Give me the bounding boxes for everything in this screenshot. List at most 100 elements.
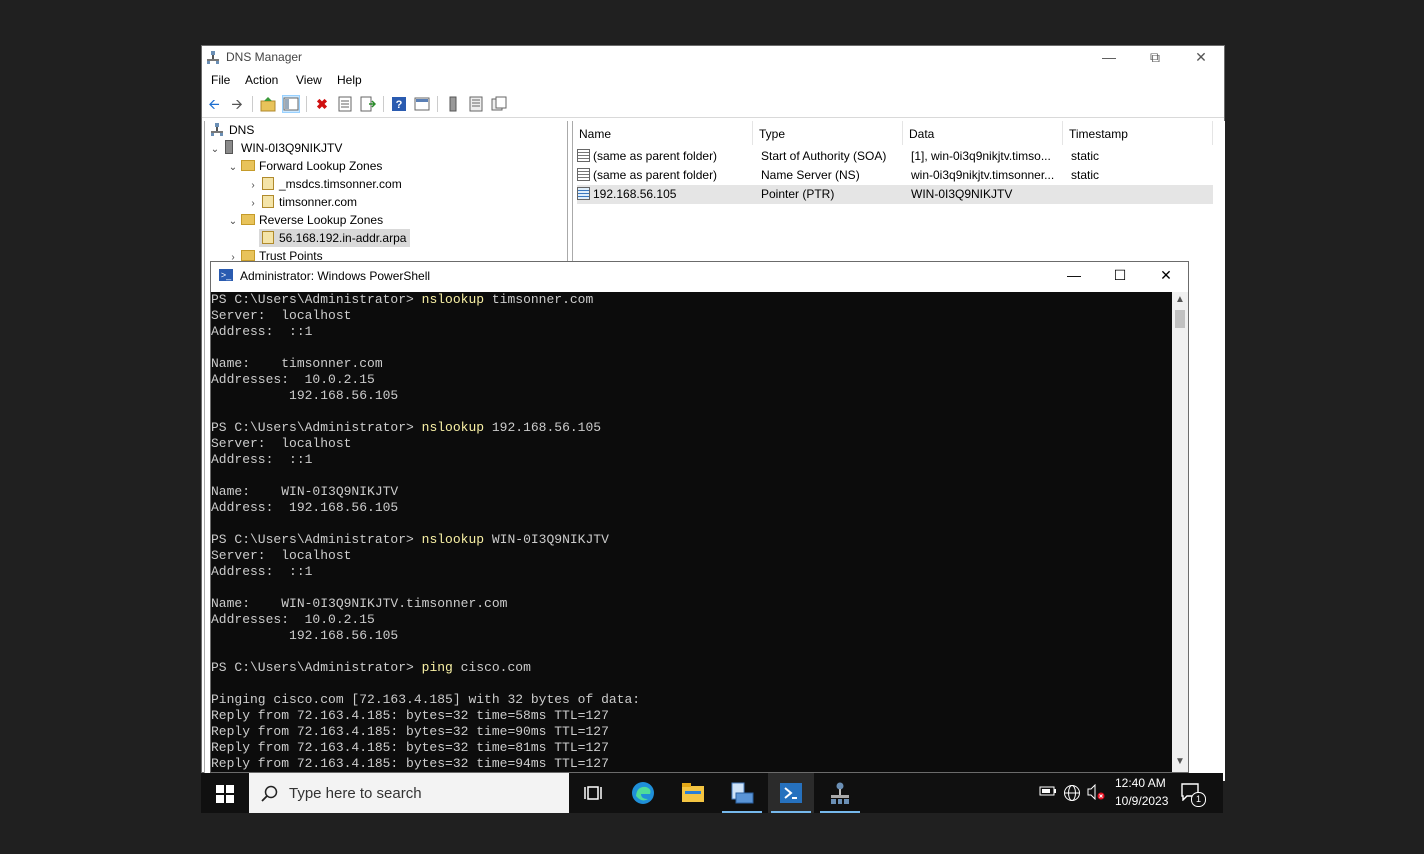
tree-item-reverse-lookup-zones[interactable]: ⌄ Reverse Lookup Zones bbox=[227, 211, 383, 229]
record-data: [1], win-0i3q9nikjtv.timso... bbox=[911, 149, 1051, 163]
record-type: Name Server (NS) bbox=[761, 168, 860, 182]
menu-help[interactable]: Help bbox=[337, 73, 362, 87]
powershell-icon bbox=[780, 783, 802, 803]
file-explorer-button[interactable] bbox=[670, 773, 716, 813]
console-argument: 192.168.56.105 bbox=[484, 420, 602, 435]
export-list-icon[interactable] bbox=[360, 96, 377, 112]
minimize-button[interactable]: — bbox=[1086, 46, 1132, 70]
forward-arrow-icon[interactable]: 🡪 bbox=[229, 96, 245, 112]
column-header-type[interactable]: Type bbox=[753, 121, 903, 145]
battery-icon[interactable] bbox=[1039, 784, 1057, 801]
close-button[interactable]: ✕ bbox=[1178, 46, 1224, 70]
start-button[interactable] bbox=[201, 773, 249, 813]
dns-icon bbox=[211, 123, 223, 136]
running-indicator bbox=[820, 811, 860, 813]
notification-center-button[interactable]: 1 bbox=[1181, 783, 1207, 807]
folder-icon bbox=[241, 250, 255, 261]
network-icon[interactable] bbox=[1063, 784, 1081, 805]
scroll-up-icon[interactable]: ▲ bbox=[1175, 294, 1185, 305]
chevron-down-icon[interactable]: ⌄ bbox=[227, 159, 239, 177]
task-view-button[interactable] bbox=[570, 773, 616, 813]
tree-label: WIN-0I3Q9NIKJTV bbox=[241, 141, 343, 155]
console-command: ping bbox=[421, 660, 453, 675]
server-icon[interactable] bbox=[445, 96, 461, 112]
delete-icon[interactable]: ✖ bbox=[314, 96, 330, 112]
tree-item-dns[interactable]: DNS bbox=[211, 121, 254, 139]
restore-button[interactable]: ⧉ bbox=[1132, 46, 1178, 70]
column-header-timestamp[interactable]: Timestamp bbox=[1063, 121, 1213, 145]
toolbar-separator bbox=[437, 96, 438, 112]
record-type: Start of Authority (SOA) bbox=[761, 149, 887, 163]
record-data: WIN-0I3Q9NIKJTV bbox=[911, 187, 1013, 201]
up-folder-icon[interactable] bbox=[260, 96, 276, 112]
menu-bar: File Action View Help bbox=[202, 70, 1224, 90]
vertical-scrollbar[interactable]: ▲ ▼ bbox=[1172, 292, 1188, 772]
back-arrow-icon[interactable]: 🡨 bbox=[206, 96, 222, 112]
dns-manager-taskbar-button[interactable] bbox=[817, 773, 863, 813]
server-icon bbox=[225, 140, 233, 154]
minimize-button[interactable]: — bbox=[1051, 264, 1097, 288]
record-icon bbox=[577, 187, 590, 200]
console-output-line: Name: timsonner.com bbox=[211, 356, 383, 371]
console-argument: cisco.com bbox=[452, 660, 531, 675]
column-header-data[interactable]: Data bbox=[903, 121, 1063, 145]
table-row-selected[interactable]: 192.168.56.105 Pointer (PTR) WIN-0I3Q9NI… bbox=[577, 185, 1213, 204]
tree-item-server[interactable]: ⌄ WIN-0I3Q9NIKJTV bbox=[209, 139, 342, 157]
menu-file[interactable]: File bbox=[211, 73, 230, 87]
tree-item-reverse-zone-selected[interactable]: 56.168.192.in-addr.arpa bbox=[259, 229, 411, 247]
list-view-icon[interactable] bbox=[468, 96, 484, 112]
tree-item-msdcs-zone[interactable]: › _msdcs.timsonner.com bbox=[247, 175, 402, 193]
console-output-line: 192.168.56.105 bbox=[211, 628, 399, 643]
record-name-cell: (same as parent folder) bbox=[577, 147, 717, 166]
record-name-cell: 192.168.56.105 bbox=[577, 185, 676, 204]
table-row[interactable]: (same as parent folder) Start of Authori… bbox=[577, 147, 1213, 166]
show-hide-tree-icon[interactable] bbox=[282, 95, 300, 113]
svg-text:?: ? bbox=[396, 99, 403, 111]
console-command-line: PS C:\Users\Administrator> nslookup WIN-… bbox=[211, 532, 1172, 548]
tree-item-timsonner-zone[interactable]: › timsonner.com bbox=[247, 193, 357, 211]
windows-logo-icon bbox=[216, 785, 234, 803]
record-icon bbox=[577, 149, 590, 162]
record-timestamp: static bbox=[1071, 168, 1100, 182]
column-header-name[interactable]: Name bbox=[573, 121, 753, 145]
taskbar-search-box[interactable]: Type here to search bbox=[249, 773, 569, 813]
zone-icon bbox=[262, 195, 274, 208]
server-manager-button[interactable] bbox=[719, 773, 765, 813]
console-command: nslookup bbox=[421, 420, 485, 435]
action-pane-icon[interactable] bbox=[414, 96, 430, 112]
console-output-line: Name: WIN-0I3Q9NIKJTV bbox=[211, 484, 399, 499]
maximize-button[interactable]: ☐ bbox=[1097, 264, 1143, 288]
search-icon bbox=[261, 785, 278, 802]
help-icon[interactable]: ? bbox=[391, 96, 407, 112]
menu-view[interactable]: View bbox=[296, 73, 322, 87]
volume-muted-icon[interactable] bbox=[1087, 783, 1105, 803]
filter-icon[interactable] bbox=[491, 96, 507, 112]
table-row[interactable]: (same as parent folder) Name Server (NS)… bbox=[577, 166, 1213, 185]
console-command-line: PS C:\Users\Administrator> ping cisco.co… bbox=[211, 660, 1172, 676]
clock-time[interactable]: 12:40 AM bbox=[1115, 776, 1166, 790]
console-output-line: Address: ::1 bbox=[211, 564, 313, 579]
console-output[interactable]: PS C:\Users\Administrator> nslookup tims… bbox=[211, 292, 1172, 772]
clock-date[interactable]: 10/9/2023 bbox=[1115, 794, 1168, 808]
menu-action[interactable]: Action bbox=[245, 73, 278, 87]
console-output-line: Addresses: 10.0.2.15 bbox=[211, 372, 375, 387]
console-output-line: Pinging cisco.com [72.163.4.185] with 32… bbox=[211, 692, 641, 707]
tree-item-forward-lookup-zones[interactable]: ⌄ Forward Lookup Zones bbox=[227, 157, 383, 177]
chevron-down-icon[interactable]: ⌄ bbox=[209, 141, 221, 159]
edge-button[interactable] bbox=[620, 773, 666, 813]
record-name: (same as parent folder) bbox=[593, 168, 718, 182]
scroll-down-icon[interactable]: ▼ bbox=[1175, 756, 1185, 767]
console-prompt: PS C:\Users\Administrator> bbox=[211, 660, 422, 675]
dns-app-icon bbox=[207, 51, 219, 64]
dns-title-bar[interactable]: DNS Manager — ⧉ ✕ bbox=[202, 46, 1224, 70]
properties-icon[interactable] bbox=[337, 96, 353, 112]
powershell-window-title: Administrator: Windows PowerShell bbox=[240, 269, 431, 283]
close-button[interactable]: ✕ bbox=[1143, 264, 1189, 288]
scrollbar-thumb[interactable] bbox=[1175, 310, 1185, 328]
console-output-line: Reply from 72.163.4.185: bytes=32 time=8… bbox=[211, 740, 609, 755]
powershell-taskbar-button[interactable] bbox=[768, 773, 814, 813]
chevron-down-icon[interactable]: ⌄ bbox=[227, 213, 239, 231]
